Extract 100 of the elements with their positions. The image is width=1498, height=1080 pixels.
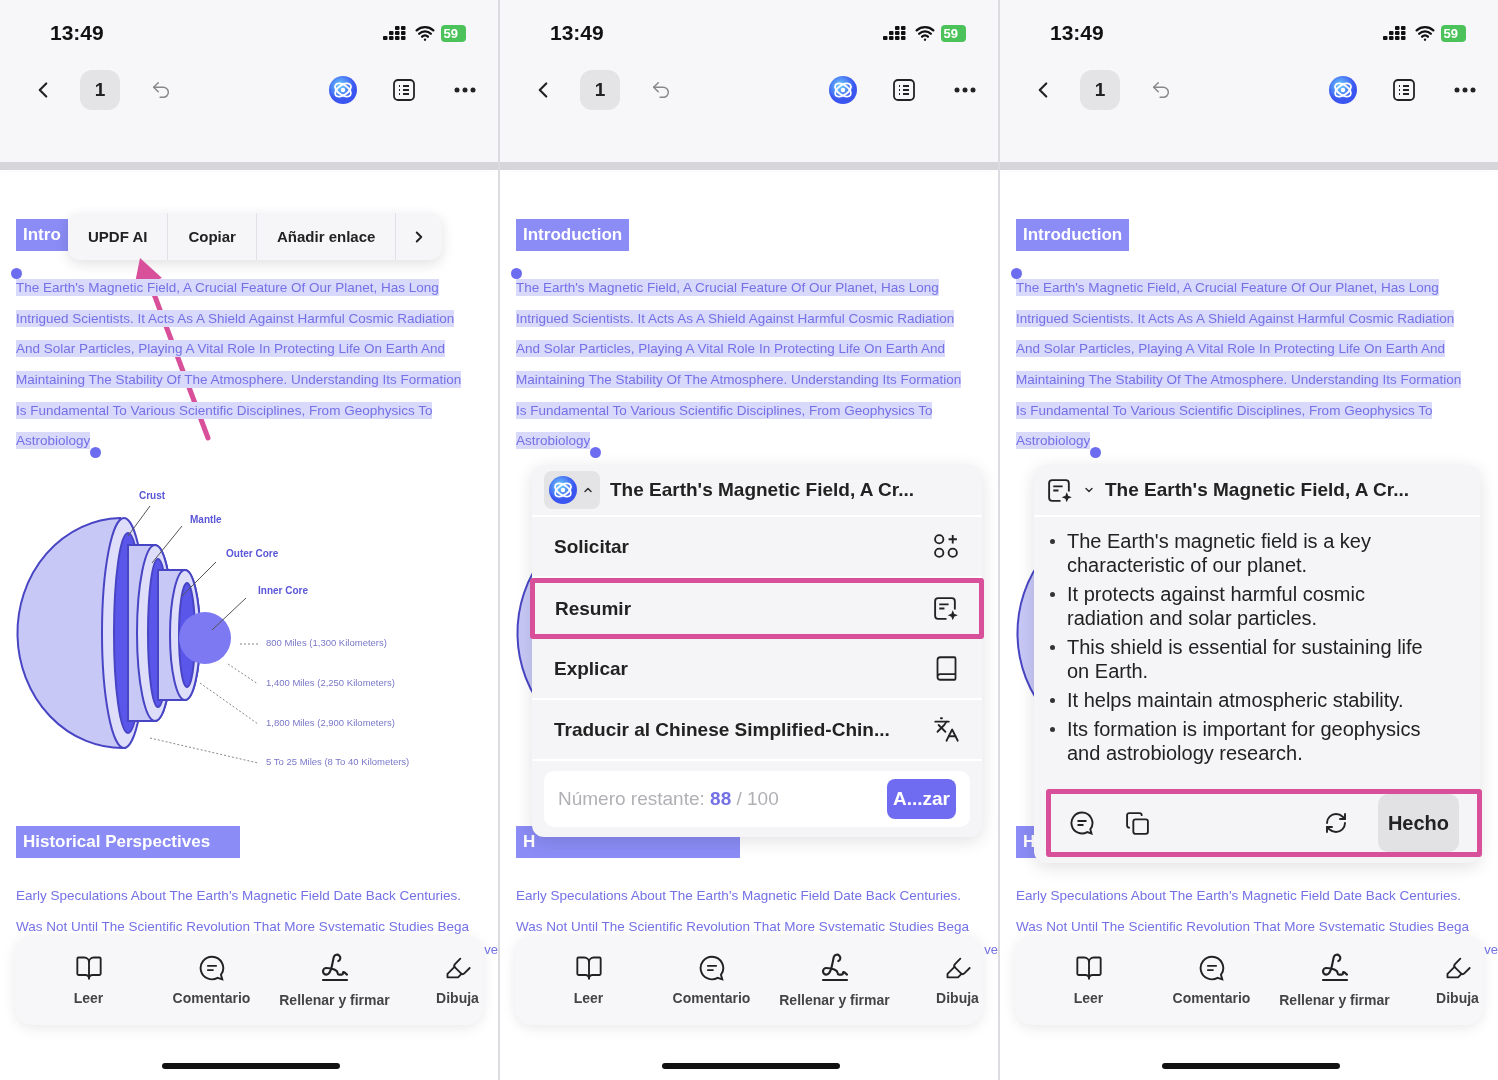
copy-icon[interactable] — [1125, 810, 1150, 836]
ai-assistant-icon[interactable] — [1328, 75, 1358, 105]
diagram-label: 800 Miles (1,300 Kilometers) — [266, 637, 387, 649]
selection-title: The Earth's Magnetic Field, A Cr... — [1105, 479, 1409, 501]
signal-icon — [882, 25, 909, 41]
status-time: 13:49 — [50, 21, 104, 45]
summarize-icon[interactable] — [1046, 476, 1073, 504]
book-icon — [74, 954, 103, 982]
diagram-label: Inner Core — [258, 585, 308, 597]
selection-handle[interactable] — [90, 447, 102, 459]
bullet-dot — [1050, 727, 1055, 732]
diagram-label: 5 To 25 Miles (8 To 40 Kilometers) — [266, 756, 410, 768]
summary-bullet: The Earth's magnetic field is a key characteristic of our planet. — [1067, 529, 1372, 577]
toolbar-item[interactable]: Comentario — [150, 935, 273, 1025]
selection-handle[interactable] — [511, 268, 522, 279]
paragraph-line: Was Not Until The Scientific Revolution That More Svstematic Studies Bega — [16, 917, 469, 935]
summarize-icon — [932, 595, 959, 622]
ai-assistant-icon — [548, 475, 578, 505]
section-heading: Intro — [16, 219, 68, 251]
undo-icon — [650, 79, 672, 101]
paragraph-fragment: ve — [1484, 941, 1498, 957]
diagram-label: Mantle — [190, 514, 222, 526]
wifi-icon — [914, 23, 935, 43]
toolbar-item[interactable]: Rellenar y firmar — [273, 935, 396, 1025]
paragraph-line: Was Not Until The Scientific Revolution That More Svstematic Studies Bega — [1016, 917, 1469, 935]
toolbar-item[interactable]: Comentario — [650, 935, 773, 1025]
more-icon — [1454, 87, 1476, 93]
battery-level: 59 — [440, 24, 466, 42]
paragraph-line: Early Speculations About The Earth's Magnetic Field Date Back Centuries. — [1016, 886, 1462, 904]
paragraph-line: Early Speculations About The Earth's Magnetic Field Date Back Centuries. — [16, 886, 462, 904]
summary-bullet: Its formation is important for geophysics and astrobiology research. — [1067, 717, 1422, 765]
outline-icon[interactable] — [892, 78, 916, 102]
section-heading: Historical Perspectives — [16, 826, 240, 859]
diagram-label: Outer Core — [226, 548, 279, 560]
toolbar-item[interactable]: Comentario — [1150, 935, 1273, 1025]
section-heading: Introduction — [516, 219, 630, 251]
menu-item[interactable]: Añadir enlace — [256, 213, 397, 260]
selection-handle[interactable] — [590, 447, 602, 459]
more-icon — [454, 87, 476, 93]
comment-icon — [697, 954, 726, 982]
signal-icon — [1382, 25, 1409, 41]
selection-handle[interactable] — [1011, 268, 1022, 279]
ai-action-item[interactable]: Explicar — [532, 639, 982, 700]
bullet-dot — [1050, 698, 1055, 703]
ai-action-item[interactable]: Traducir al Chinese Simplified-Chin... — [532, 700, 982, 761]
ai-action-item[interactable]: Solicitar — [532, 517, 982, 578]
bullet-dot — [1050, 539, 1055, 544]
bullet-dot — [1050, 592, 1055, 597]
assistant-switch[interactable] — [544, 471, 600, 509]
toolbar-item[interactable]: Leer — [527, 935, 650, 1025]
status-time: 13:49 — [1050, 21, 1104, 45]
send-button[interactable]: A...zar — [886, 779, 956, 819]
prompt-icon — [933, 533, 960, 560]
summary-bullet: It protects against harmful cosmic radiation and solar particles. — [1067, 582, 1366, 630]
more-icon — [954, 87, 976, 93]
page-number-button[interactable]: 1 — [580, 70, 620, 110]
comment-icon — [197, 954, 226, 982]
prompt-field[interactable]: Número restante: 88 / 100 A...zar — [544, 771, 970, 827]
signal-icon — [382, 25, 409, 41]
toolbar-item[interactable]: Leer — [1027, 935, 1150, 1025]
outline-icon[interactable] — [392, 78, 416, 102]
done-button[interactable]: Hecho — [1377, 794, 1459, 852]
undo-icon — [1150, 79, 1172, 101]
ai-assistant-icon[interactable] — [828, 75, 858, 105]
paragraph-fragment: ve — [984, 941, 998, 957]
diagram-label: 1,800 Miles (2,900 Kilometers) — [266, 717, 395, 729]
undo-icon — [150, 79, 172, 101]
diagram-label: 1,400 Miles (2,250 Kilometers) — [266, 677, 395, 689]
page-number-button[interactable]: 1 — [80, 70, 120, 110]
book-icon — [574, 954, 603, 982]
toolbar-item[interactable]: Leer — [27, 935, 150, 1025]
paragraph-fragment: ve — [484, 941, 498, 957]
comment-icon[interactable] — [1069, 810, 1095, 836]
translate-icon — [933, 716, 960, 743]
paragraph-line: Early Speculations About The Earth's Magnetic Field Date Back Centuries. — [516, 886, 962, 904]
ai-assistant-icon[interactable] — [328, 75, 358, 105]
remaining-count: Número restante: 88 / 100 — [558, 788, 779, 810]
paragraph-line: Was Not Until The Scientific Revolution That More Svstematic Studies Bega — [516, 917, 969, 935]
summary-bullet: This shield is essential for sustaining life on Earth. — [1067, 635, 1424, 683]
selection-title: The Earth's Magnetic Field, A Cr... — [610, 479, 914, 501]
refresh-icon[interactable] — [1323, 811, 1348, 835]
ai-action-item[interactable]: Resumir — [530, 578, 984, 639]
toolbar-item[interactable]: Rellenar y firmar — [1273, 935, 1396, 1025]
battery-level: 59 — [940, 24, 966, 42]
section-heading: Introduction — [1016, 219, 1130, 251]
book-icon — [1074, 954, 1103, 982]
wifi-icon — [1414, 23, 1435, 43]
comment-icon — [1197, 954, 1226, 982]
selection-handle[interactable] — [1090, 447, 1102, 459]
diagram-label: Crust — [139, 490, 166, 502]
outline-icon[interactable] — [1392, 78, 1416, 102]
page-number-button[interactable]: 1 — [1080, 70, 1120, 110]
battery-level: 59 — [1440, 24, 1466, 42]
toolbar-item[interactable]: Rellenar y firmar — [773, 935, 896, 1025]
summary-bullet: It helps maintain atmospheric stability. — [1067, 688, 1404, 712]
status-time: 13:49 — [550, 21, 604, 45]
wifi-icon — [414, 23, 435, 43]
selection-handle[interactable] — [11, 268, 22, 279]
menu-item[interactable]: Copiar — [168, 213, 257, 260]
bullet-dot — [1050, 645, 1055, 650]
